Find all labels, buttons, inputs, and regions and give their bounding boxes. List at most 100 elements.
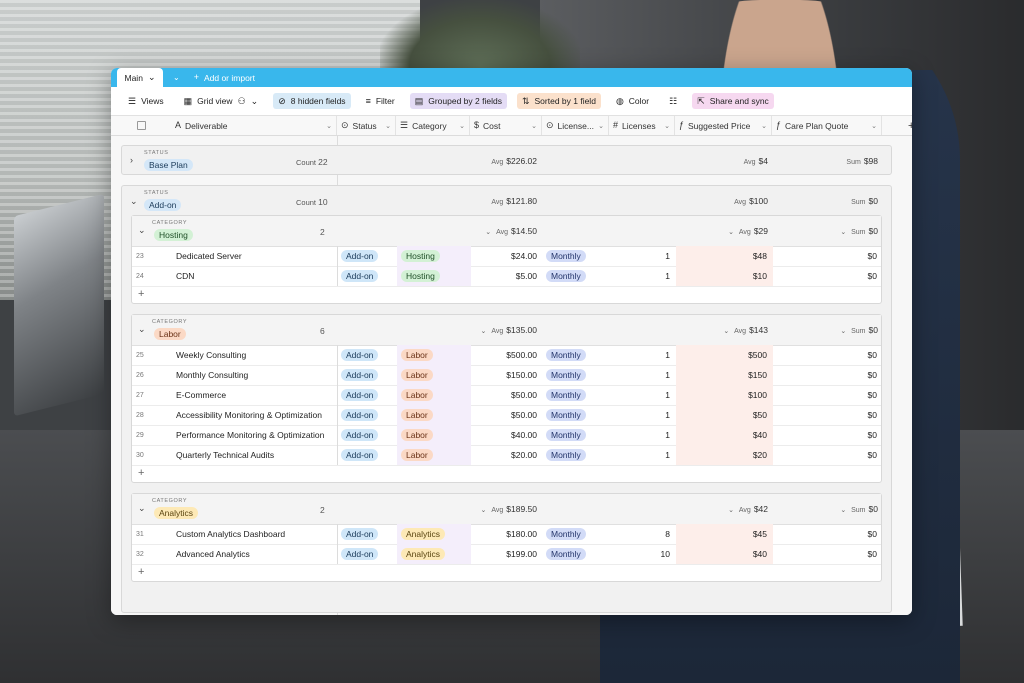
status-cell[interactable]: Add-on <box>341 246 397 266</box>
share-sync-button[interactable]: ⇱ Share and sync <box>692 93 774 109</box>
license-cell[interactable]: Monthly <box>546 524 610 544</box>
status-cell[interactable]: Add-on <box>341 405 397 425</box>
deliverable-cell: Weekly Consulting <box>176 350 247 360</box>
table-row[interactable]: 28 Accessibility Monitoring & Optimizatio… <box>132 405 881 426</box>
category-cell[interactable]: Labor <box>397 445 471 465</box>
tab-main[interactable]: Main ⌄ <box>117 68 163 87</box>
category-cell[interactable]: Labor <box>397 365 471 385</box>
price-aggregate: ⌄ Avg $42 <box>676 504 768 514</box>
cost-cell: $150.00 <box>506 370 537 380</box>
hidden-fields-button[interactable]: ⊘ 8 hidden fields <box>273 93 351 109</box>
group-field-label: CATEGORY <box>152 220 188 226</box>
table-row[interactable]: 31 Custom Analytics Dashboard Add-on Analyt… <box>132 524 881 545</box>
agg-label: Avg <box>734 328 747 335</box>
column-header-care-plan-quote[interactable]: ƒ Care Plan Quote ⌄ <box>772 116 882 135</box>
table-row[interactable]: 27 E-Commerce Add-on Labor $50.00 Monthly 1 $10… <box>132 385 881 406</box>
category-cell[interactable]: Labor <box>397 345 471 365</box>
tables-dropdown-icon[interactable]: ⌄ <box>173 73 180 82</box>
subgroup-header[interactable]: ⌄ CATEGORY Analytics 2 ⌄ Avg $189.50 ⌄ Avg $42 ⌄… <box>132 494 881 525</box>
agg-value: $143 <box>749 325 768 335</box>
table-row[interactable]: 24 CDN Add-on Hosting $5.00 Monthly 1 $10 $0 <box>132 266 881 287</box>
quote-aggregate: Sum $98 <box>773 156 878 166</box>
column-header-status[interactable]: ⊙ Status ⌄ <box>337 116 396 135</box>
license-cell[interactable]: Monthly <box>546 425 610 445</box>
license-cell[interactable]: Monthly <box>546 266 610 286</box>
status-cell[interactable]: Add-on <box>341 365 397 385</box>
row-height-button[interactable]: ☷ <box>664 94 682 109</box>
color-button[interactable]: ◍ Color <box>611 93 654 109</box>
add-record-button[interactable]: + <box>132 564 881 583</box>
column-header-deliverable[interactable]: A Deliverable ⌄ <box>171 116 337 135</box>
status-cell[interactable]: Add-on <box>341 266 397 286</box>
group-base-plan[interactable]: › STATUS Base Plan Count 22 Avg $226.02 A… <box>121 145 892 175</box>
license-pill: Monthly <box>546 250 586 262</box>
views-button[interactable]: ☰ Views <box>123 93 169 109</box>
add-field-button[interactable]: + <box>882 116 912 135</box>
chevron-down-icon: ⌄ <box>531 122 537 130</box>
group-name-pill: Add-on <box>144 199 182 211</box>
table-row[interactable]: 29 Performance Monitoring & Optimization A… <box>132 425 881 446</box>
agg-label: Sum <box>851 199 866 206</box>
category-pill: Analytics <box>401 528 446 540</box>
table-row[interactable]: 26 Monthly Consulting Add-on Labor $150.00 Mo… <box>132 365 881 386</box>
agg-value: $121.80 <box>506 196 537 206</box>
category-cell[interactable]: Labor <box>397 425 471 445</box>
license-pill: Monthly <box>546 270 586 282</box>
category-cell[interactable]: Hosting <box>397 266 471 286</box>
license-cell[interactable]: Monthly <box>546 405 610 425</box>
subgroup-header[interactable]: ⌄ CATEGORY Labor 6 ⌄ Avg $135.00 ⌄ Avg $143 ⌄ Su… <box>132 315 881 346</box>
quote-aggregate: ⌄ Sum $0 <box>773 226 878 236</box>
select-all-header[interactable] <box>111 116 171 135</box>
column-header-cost[interactable]: $ Cost ⌄ <box>470 116 542 135</box>
category-cell[interactable]: Labor <box>397 385 471 405</box>
license-cell[interactable]: Monthly <box>546 445 610 465</box>
status-cell[interactable]: Add-on <box>341 385 397 405</box>
agg-value: $100 <box>749 196 768 206</box>
license-cell[interactable]: Monthly <box>546 365 610 385</box>
chevron-right-icon[interactable]: › <box>130 155 133 165</box>
category-cell[interactable]: Analytics <box>397 524 471 544</box>
chevron-down-icon[interactable]: ⌄ <box>130 196 138 207</box>
category-cell[interactable]: Hosting <box>397 246 471 266</box>
select-all-checkbox[interactable] <box>137 121 146 130</box>
table-row[interactable]: 23 Dedicated Server Add-on Hosting $24.00 Mon… <box>132 246 881 267</box>
filter-button[interactable]: ≡ Filter <box>361 93 400 109</box>
license-cell[interactable]: Monthly <box>546 544 610 564</box>
group-button[interactable]: ▤ Grouped by 2 fields <box>409 93 507 109</box>
deliverable-cell: CDN <box>176 271 195 281</box>
table-row[interactable]: 25 Weekly Consulting Add-on Labor $500.00 Mon… <box>132 345 881 366</box>
deliverable-cell: E-Commerce <box>176 390 227 400</box>
table-row[interactable]: 30 Quarterly Technical Audits Add-on Labor $… <box>132 445 881 466</box>
status-cell[interactable]: Add-on <box>341 544 397 564</box>
table-row[interactable]: 32 Advanced Analytics Add-on Analytics $199.… <box>132 544 881 565</box>
status-cell[interactable]: Add-on <box>341 524 397 544</box>
sort-button[interactable]: ⇅ Sorted by 1 field <box>516 93 601 109</box>
status-cell[interactable]: Add-on <box>341 345 397 365</box>
column-header-license[interactable]: ⊙ License... ⌄ <box>542 116 609 135</box>
cost-cell: $50.00 <box>511 390 537 400</box>
subgroup-header[interactable]: ⌄ CATEGORY Hosting 2 ⌄ Avg $14.50 ⌄ Avg $29 ⌄ Su… <box>132 216 881 247</box>
license-cell[interactable]: Monthly <box>546 345 610 365</box>
category-cell[interactable]: Analytics <box>397 544 471 564</box>
agg-value: $189.50 <box>506 504 537 514</box>
licenses-cell: 10 <box>660 549 670 559</box>
add-record-button[interactable]: + <box>132 465 881 484</box>
column-header-suggested-price[interactable]: ƒ Suggested Price ⌄ <box>675 116 772 135</box>
status-cell[interactable]: Add-on <box>341 445 397 465</box>
agg-label: Avg <box>491 159 504 166</box>
grid-view-button[interactable]: ▦ Grid view ⚇ ⌄ <box>179 93 264 109</box>
add-record-button[interactable]: + <box>132 286 881 305</box>
agg-value: $14.50 <box>511 226 537 236</box>
add-or-import-button[interactable]: + Add or import <box>194 73 255 83</box>
category-cell[interactable]: Labor <box>397 405 471 425</box>
column-header-category[interactable]: ☰ Category ⌄ <box>396 116 470 135</box>
row-number: 23 <box>136 252 144 260</box>
license-cell[interactable]: Monthly <box>546 246 610 266</box>
license-cell[interactable]: Monthly <box>546 385 610 405</box>
column-header-licenses[interactable]: # Licenses ⌄ <box>609 116 675 135</box>
background-laptop <box>14 193 104 417</box>
status-cell[interactable]: Add-on <box>341 425 397 445</box>
deliverable-cell: Dedicated Server <box>176 251 242 261</box>
price-aggregate: Avg $4 <box>676 156 768 166</box>
status-pill: Add-on <box>341 528 379 540</box>
